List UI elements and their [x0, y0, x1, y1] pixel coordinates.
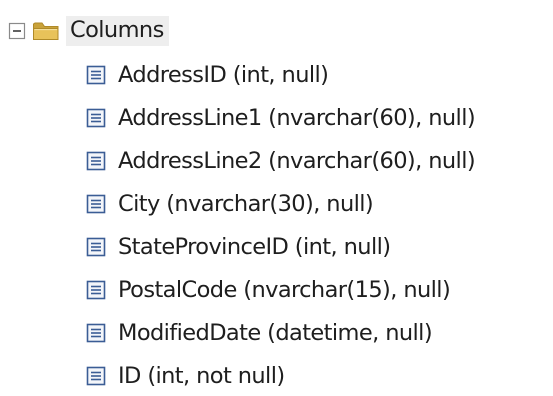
column-label: AddressLine2 (nvarchar(60), null): [118, 147, 476, 174]
tree-item-column[interactable]: AddressID (int, null): [86, 55, 329, 95]
column-icon: [86, 237, 106, 257]
column-label: City (nvarchar(30), null): [118, 190, 374, 217]
column-label: PostalCode (nvarchar(15), null): [118, 276, 451, 303]
column-label: AddressID (int, null): [118, 61, 329, 88]
column-label: ModifiedDate (datetime, null): [118, 319, 433, 346]
tree-item-column[interactable]: AddressLine1 (nvarchar(60), null): [86, 98, 476, 138]
column-icon: [86, 323, 106, 343]
column-label: AddressLine1 (nvarchar(60), null): [118, 104, 476, 131]
column-label: ID (int, not null): [118, 362, 285, 389]
column-icon: [86, 108, 106, 128]
column-icon: [86, 366, 106, 386]
tree-node-columns[interactable]: Columns: [8, 11, 169, 51]
tree-item-column[interactable]: PostalCode (nvarchar(15), null): [86, 270, 451, 310]
column-icon: [86, 280, 106, 300]
folder-icon: [32, 20, 60, 42]
collapse-minus-icon[interactable]: [8, 22, 26, 40]
column-icon: [86, 151, 106, 171]
object-explorer-tree: Columns AddressID (int, null) AddressLin…: [0, 0, 553, 396]
tree-item-column[interactable]: ID (int, not null): [86, 356, 285, 396]
tree-node-label: Columns: [66, 16, 169, 46]
tree-item-column[interactable]: StateProvinceID (int, null): [86, 227, 391, 267]
column-icon: [86, 194, 106, 214]
column-icon: [86, 65, 106, 85]
tree-item-column[interactable]: ModifiedDate (datetime, null): [86, 313, 433, 353]
column-label: StateProvinceID (int, null): [118, 233, 391, 260]
tree-item-column[interactable]: AddressLine2 (nvarchar(60), null): [86, 141, 476, 181]
tree-item-column[interactable]: City (nvarchar(30), null): [86, 184, 374, 224]
